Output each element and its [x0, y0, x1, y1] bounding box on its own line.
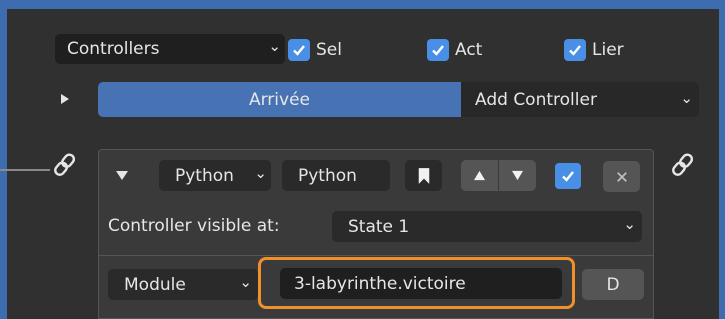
check-icon	[288, 39, 310, 61]
lier-label: Lier	[592, 40, 624, 60]
lier-checkbox[interactable]: Lier	[564, 38, 654, 62]
close-icon	[616, 171, 627, 182]
object-name: Arrivée	[248, 89, 310, 110]
expand-arrow-icon[interactable]	[57, 91, 73, 107]
controller-type-value: Python	[175, 165, 234, 186]
controllers-dropdown-label: Controllers	[67, 39, 160, 59]
bookmark-button[interactable]	[405, 160, 442, 191]
controller-enabled-checkbox[interactable]	[555, 163, 581, 189]
object-name-bar[interactable]: Arrivée	[98, 82, 461, 117]
controller-type-dropdown[interactable]: Python ⌄	[159, 160, 271, 191]
check-icon	[564, 39, 586, 61]
module-row-separator	[99, 255, 653, 256]
controller-name-field[interactable]: Python	[282, 160, 390, 191]
act-checkbox[interactable]: Act	[427, 38, 517, 62]
delete-controller-button[interactable]	[603, 161, 640, 192]
link-left-icon[interactable]	[51, 150, 81, 180]
triangle-down-icon	[512, 170, 523, 181]
act-label: Act	[455, 40, 483, 60]
chevron-down-icon: ⌄	[254, 164, 267, 182]
bookmark-icon	[418, 167, 429, 184]
add-controller-label: Add Controller	[475, 89, 597, 110]
state-dropdown[interactable]: State 1 ⌄	[332, 211, 642, 242]
module-name-value: 3-labyrinthe.victoire	[294, 273, 466, 294]
chevron-down-icon: ⌄	[268, 37, 281, 55]
chevron-down-icon: ⌄	[623, 215, 636, 233]
collapse-arrow-icon[interactable]	[114, 167, 130, 183]
debug-toggle-button[interactable]: D	[582, 269, 644, 300]
mode-dropdown[interactable]: Module ⌄	[108, 269, 258, 300]
sel-checkbox[interactable]: Sel	[288, 38, 368, 62]
move-up-button[interactable]	[461, 160, 498, 191]
link-right-icon[interactable]	[669, 150, 699, 180]
state-value: State 1	[348, 216, 410, 237]
check-icon	[562, 171, 574, 182]
add-controller-dropdown[interactable]: Add Controller ⌄	[461, 82, 699, 117]
move-down-button[interactable]	[499, 160, 536, 191]
controller-name-value: Python	[298, 165, 357, 186]
triangle-up-icon	[474, 170, 485, 181]
debug-label: D	[606, 274, 620, 295]
chevron-down-icon: ⌄	[680, 89, 693, 107]
mode-value: Module	[124, 274, 186, 295]
check-icon	[427, 39, 449, 61]
link-line	[0, 169, 50, 171]
visible-at-label: Controller visible at:	[108, 216, 280, 236]
sel-label: Sel	[316, 40, 342, 60]
controllers-dropdown[interactable]: Controllers ⌄	[55, 34, 285, 64]
module-name-field[interactable]: 3-labyrinthe.victoire	[280, 268, 562, 299]
chevron-down-icon: ⌄	[239, 273, 252, 291]
logic-editor-panel: Controllers ⌄ Sel Act Lier Arrivée Add C…	[0, 9, 719, 319]
